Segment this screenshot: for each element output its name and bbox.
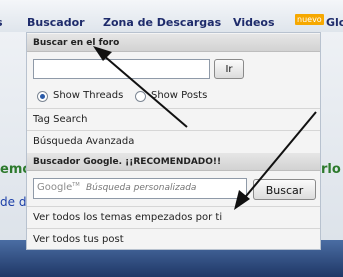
annotation-arrows bbox=[93, 46, 317, 210]
arrow-to-started-topics-icon bbox=[234, 111, 317, 210]
arrow-to-buscador-icon bbox=[93, 46, 188, 128]
